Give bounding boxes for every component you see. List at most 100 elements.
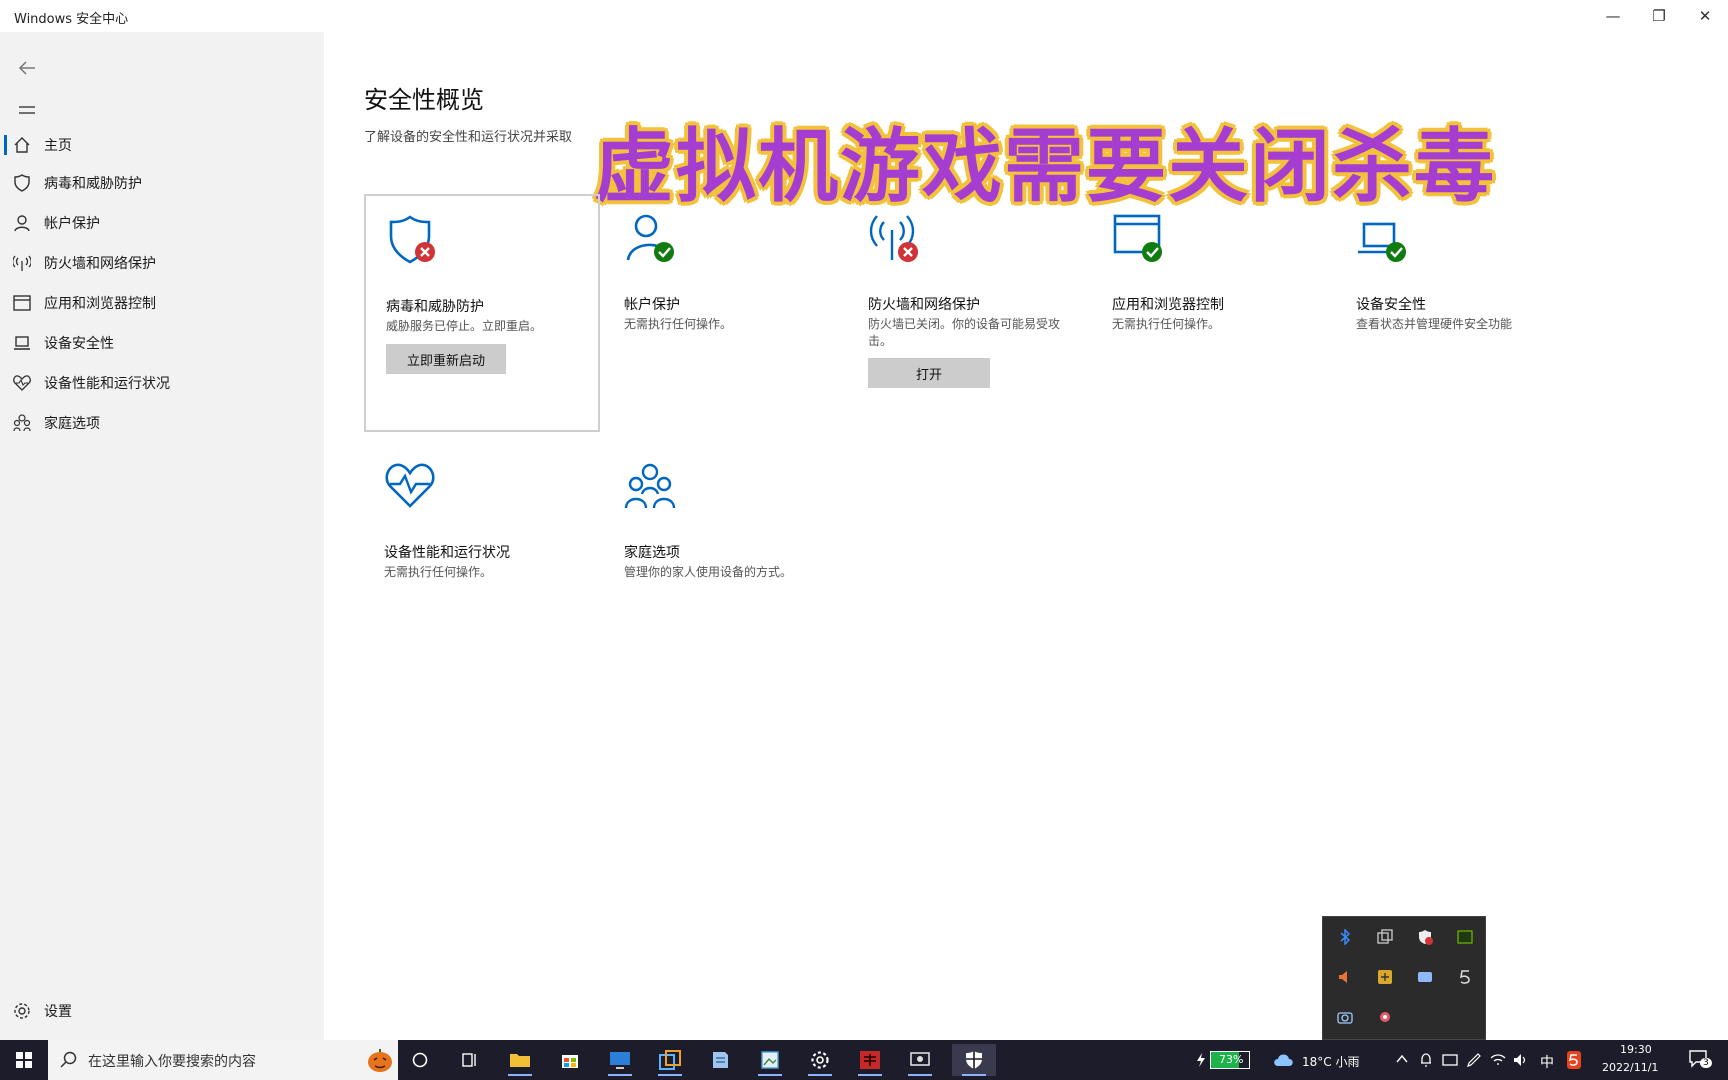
sidebar-item-settings[interactable]: 设置 [0, 992, 324, 1030]
copy-window-icon [1377, 929, 1393, 944]
tile-description: 无需执行任何操作。 [624, 317, 733, 331]
taskbar-file-explorer[interactable] [498, 1044, 542, 1076]
sidebar-item-family[interactable]: 家庭选项 [0, 404, 324, 442]
tray-overflow-flyout [1322, 916, 1486, 1040]
sidebar-item-label: 家庭选项 [44, 416, 100, 432]
tray-app-yellow[interactable] [1365, 959, 1405, 995]
tray-defender[interactable] [1405, 919, 1445, 955]
shield-warning-icon [1419, 930, 1433, 945]
taskbar-monitor-app[interactable] [598, 1044, 642, 1076]
task-view-icon [462, 1053, 476, 1067]
tile-description: 无需执行任何操作。 [1112, 317, 1221, 331]
tile-title: 设备安全性 [1356, 297, 1426, 313]
laptop-icon [14, 336, 30, 350]
tray-record[interactable] [1365, 999, 1405, 1035]
taskbar-red-app[interactable] [848, 1044, 892, 1076]
laptop-ok-icon [1358, 222, 1406, 262]
sidebar-item-app-browser[interactable]: 应用和浏览器控制 [0, 284, 324, 322]
back-arrow-icon [18, 61, 35, 75]
pen-icon[interactable] [1466, 1052, 1482, 1068]
sidebar-item-device-health[interactable]: 设备性能和运行状况 [0, 364, 324, 402]
tile-family-options[interactable]: 家庭选项 管理你的家人使用设备的方式。 [604, 442, 836, 674]
taskbar-windows-security[interactable] [952, 1044, 996, 1076]
sidebar-item-label: 设备安全性 [44, 336, 114, 352]
input-method-icon[interactable] [1566, 1050, 1582, 1070]
home-icon [14, 137, 30, 153]
taskbar-vm-app[interactable] [648, 1044, 692, 1076]
sidebar-item-home[interactable]: 主页 [0, 126, 324, 164]
battery-percentage: 73% [1219, 1053, 1244, 1066]
cortana-button[interactable] [398, 1044, 442, 1076]
taskbar-store[interactable] [548, 1044, 592, 1076]
weather-text[interactable]: 18°C 小雨 [1302, 1053, 1359, 1070]
back-button[interactable] [10, 52, 44, 84]
bell-icon[interactable] [1420, 1052, 1432, 1068]
volume-icon[interactable] [1512, 1052, 1528, 1068]
restore-button[interactable]: ❐ [1636, 0, 1682, 32]
task-view-button[interactable] [448, 1044, 492, 1076]
tile-description: 防火墙已关闭。你的设备可能易受攻击。 [868, 317, 1061, 348]
ime-indicator[interactable]: 中 [1540, 1052, 1554, 1072]
settings-label: 设置 [44, 1004, 72, 1020]
network-icon[interactable] [1442, 1052, 1458, 1068]
camera-icon [1337, 1012, 1353, 1024]
person-ok-icon [626, 214, 674, 262]
taskbar-vm-console[interactable] [898, 1044, 942, 1076]
tile-firewall[interactable]: 防火墙和网络保护 防火墙已关闭。你的设备可能易受攻击。 打开 [848, 194, 1080, 426]
power-bolt-icon [1197, 1053, 1205, 1067]
heart-pulse-icon [385, 463, 435, 508]
tile-device-health[interactable]: 设备性能和运行状况 无需执行任何操作。 [364, 442, 596, 674]
tile-device-security[interactable]: 设备安全性 查看状态并管理硬件安全功能 [1336, 194, 1568, 426]
pumpkin-icon [368, 1049, 392, 1072]
tray-camera[interactable] [1325, 999, 1365, 1035]
battery-indicator[interactable]: 73% [1210, 1051, 1250, 1069]
sidebar-item-label: 主页 [44, 138, 72, 154]
sidebar-item-label: 病毒和威胁防护 [44, 176, 142, 192]
picture-icon [761, 1051, 779, 1069]
taskbar-notes-app[interactable] [698, 1044, 742, 1076]
minimize-button[interactable]: — [1590, 0, 1636, 32]
sidebar-item-virus-protection[interactable]: 病毒和威胁防护 [0, 164, 324, 202]
action-center-button[interactable]: 3 [1688, 1048, 1712, 1072]
search-icon [60, 1051, 77, 1068]
clock-time[interactable]: 19:30 [1620, 1043, 1652, 1056]
wifi-icon[interactable] [1490, 1052, 1506, 1068]
restart-now-button[interactable]: 立即重新启动 [386, 344, 506, 374]
tile-title: 病毒和威胁防护 [386, 299, 484, 315]
tile-description: 查看状态并管理硬件安全功能 [1356, 317, 1513, 331]
shield-icon [966, 1051, 982, 1069]
start-button[interactable] [2, 1044, 46, 1076]
weather-cloud-icon [1274, 1054, 1293, 1066]
app-tile-icon [1378, 970, 1392, 984]
turn-on-button[interactable]: 打开 [868, 358, 990, 388]
tray-windows-app[interactable] [1365, 919, 1405, 955]
cloud-drive-icon [1418, 972, 1432, 982]
chevron-up-icon[interactable] [1396, 1054, 1408, 1064]
tray-cloud-app[interactable] [1405, 959, 1445, 995]
sidebar-item-label: 防火墙和网络保护 [44, 256, 156, 272]
sidebar-item-firewall[interactable]: 防火墙和网络保护 [0, 244, 324, 282]
taskbar-settings[interactable] [798, 1044, 842, 1076]
bluetooth-icon [1340, 929, 1351, 945]
tile-account-protection[interactable]: 帐户保护 无需执行任何操作。 [604, 194, 836, 426]
heart-icon [13, 375, 31, 391]
tray-app-5[interactable] [1445, 959, 1485, 995]
clock-date[interactable]: 2022/11/1 [1602, 1061, 1658, 1074]
taskbar-search-box[interactable]: 在这里输入你要搜索的内容 [48, 1040, 398, 1080]
main-content: 安全性概览 了解设备的安全性和运行状况并采取 虚拟机游戏需要关闭杀毒 病毒和威胁… [324, 32, 1728, 1040]
tile-app-browser-control[interactable]: 应用和浏览器控制 无需执行任何操作。 [1092, 194, 1324, 426]
close-button[interactable]: ✕ [1682, 0, 1728, 32]
tray-speaker[interactable] [1325, 959, 1365, 995]
sidebar-item-label: 应用和浏览器控制 [44, 296, 156, 312]
sidebar-item-device-security[interactable]: 设备安全性 [0, 324, 324, 362]
tile-virus-protection[interactable]: 病毒和威胁防护 威胁服务已停止。立即重启。 立即重新启动 [364, 194, 600, 432]
family-icon [13, 414, 31, 432]
tile-description: 管理你的家人使用设备的方式。 [624, 565, 793, 579]
taskbar-image-app[interactable] [748, 1044, 792, 1076]
sidebar-item-account[interactable]: 帐户保护 [0, 204, 324, 242]
tray-nvidia[interactable] [1445, 919, 1485, 955]
menu-button[interactable] [10, 94, 44, 126]
tray-bluetooth[interactable] [1325, 919, 1365, 955]
speaker-icon [1339, 971, 1347, 983]
monitor-icon [610, 1052, 630, 1069]
